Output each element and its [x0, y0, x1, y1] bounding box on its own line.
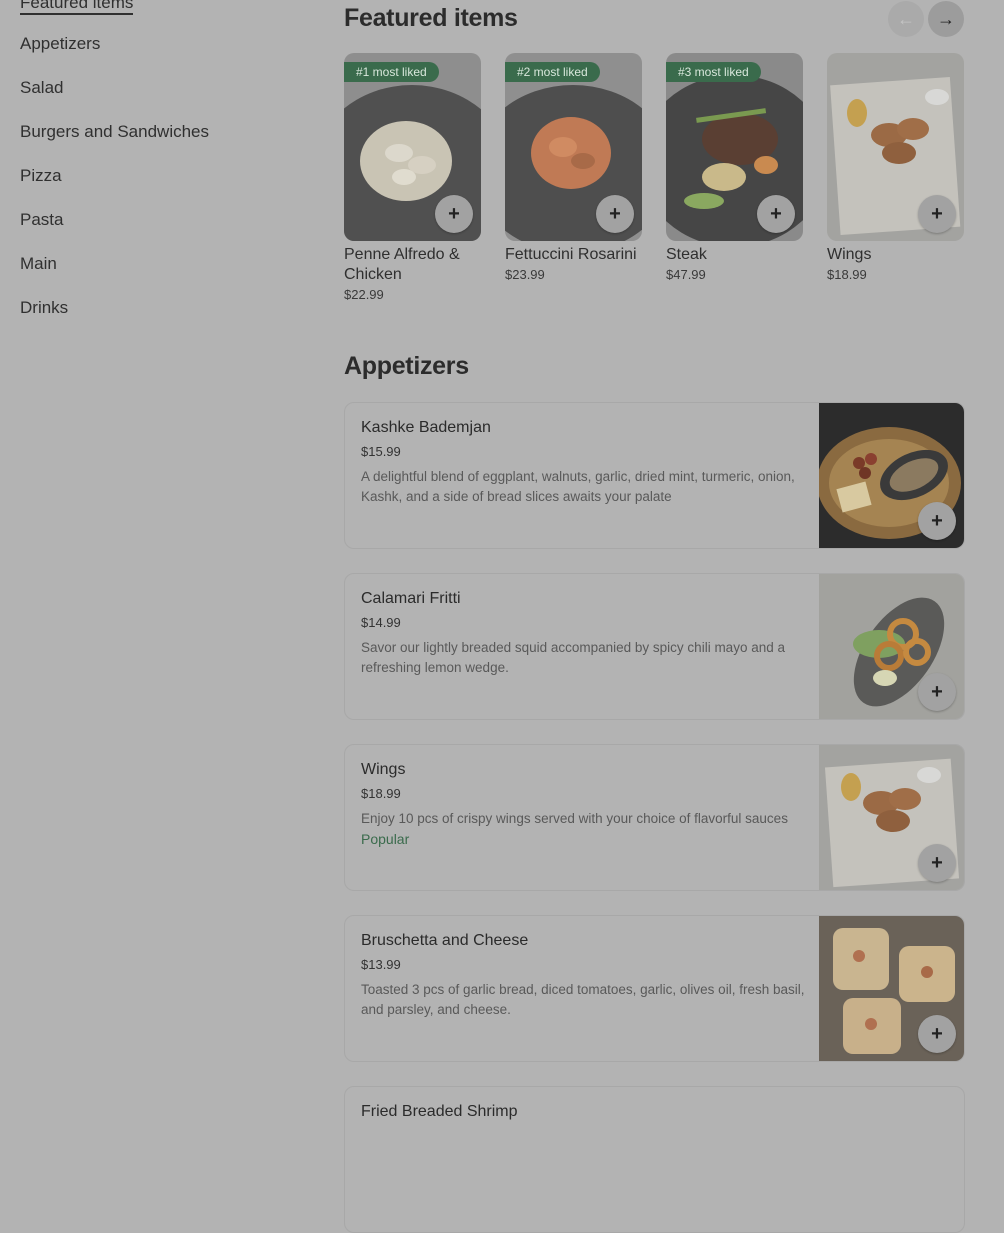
menu-item-price: $18.99	[361, 786, 401, 801]
sidebar-item-main[interactable]: Main	[20, 242, 300, 286]
plus-icon: +	[770, 202, 782, 225]
sidebar-item-salad[interactable]: Salad	[20, 66, 300, 110]
plus-icon: +	[931, 851, 943, 874]
add-to-cart-button[interactable]: +	[918, 1015, 956, 1053]
menu-item-card[interactable]: Wings $18.99 Enjoy 10 pcs of crispy wing…	[344, 744, 965, 891]
menu-item-name: Bruschetta and Cheese	[361, 932, 529, 949]
featured-section-title: Featured items	[344, 4, 518, 32]
sidebar-item-pasta[interactable]: Pasta	[20, 198, 300, 242]
featured-item-price: $47.99	[666, 267, 706, 282]
menu-item-card[interactable]: Bruschetta and Cheese $13.99 Toasted 3 p…	[344, 915, 965, 1062]
plus-icon: +	[609, 202, 621, 225]
add-to-cart-button[interactable]: +	[596, 195, 634, 233]
add-to-cart-button[interactable]: +	[757, 195, 795, 233]
carousel-prev-button[interactable]: ←	[888, 1, 924, 37]
sidebar-item-burgers-and-sandwiches[interactable]: Burgers and Sandwiches	[20, 110, 300, 154]
add-to-cart-button[interactable]: +	[918, 844, 956, 882]
featured-item-card[interactable]: #2 most liked + Fettuccini Rosarini $23.…	[505, 53, 642, 282]
featured-item-name: Penne Alfredo & Chicken	[344, 246, 460, 283]
add-to-cart-button[interactable]: +	[918, 195, 956, 233]
sidebar-item-appetizers[interactable]: Appetizers	[20, 22, 300, 66]
featured-item-card[interactable]: #3 most liked + Steak $47.99	[666, 53, 803, 282]
menu-item-description: Toasted 3 pcs of garlic bread, diced tom…	[361, 982, 805, 1017]
most-liked-badge: #3 most liked	[666, 62, 761, 82]
menu-item-description: Savor our lightly breaded squid accompan…	[361, 640, 785, 675]
featured-item-price: $23.99	[505, 267, 545, 282]
plus-icon: +	[931, 202, 943, 225]
sidebar-item-pizza[interactable]: Pizza	[20, 154, 300, 198]
featured-item-card[interactable]: + Wings $18.99	[827, 53, 964, 282]
most-liked-badge: #1 most liked	[344, 62, 439, 82]
plus-icon: +	[931, 680, 943, 703]
popular-tag: Popular	[361, 831, 410, 847]
arrow-left-icon: ←	[897, 8, 915, 29]
menu-item-name: Wings	[361, 761, 406, 778]
menu-item-card[interactable]: Fried Breaded Shrimp	[344, 1086, 965, 1233]
food-image: +	[819, 916, 964, 1061]
arrow-right-icon: →	[937, 8, 955, 29]
plus-icon: +	[448, 202, 460, 225]
food-image: +	[819, 745, 964, 890]
food-image: #2 most liked +	[505, 53, 642, 241]
menu-item-card[interactable]: Calamari Fritti $14.99 Savor our lightly…	[344, 573, 965, 720]
featured-item-price: $22.99	[344, 287, 384, 302]
food-image: +	[827, 53, 964, 241]
menu-item-card[interactable]: Kashke Bademjan $15.99 A delightful blen…	[344, 402, 965, 549]
featured-item-card[interactable]: #1 most liked + Penne Alfredo & Chicken …	[344, 53, 481, 302]
featured-item-price: $18.99	[827, 267, 867, 282]
plus-icon: +	[931, 1022, 943, 1045]
appetizers-section-title: Appetizers	[344, 352, 469, 380]
menu-item-name: Calamari Fritti	[361, 590, 461, 607]
add-to-cart-button[interactable]: +	[435, 195, 473, 233]
sidebar-item-drinks[interactable]: Drinks	[20, 286, 300, 330]
food-image: #1 most liked +	[344, 53, 481, 241]
menu-item-name: Kashke Bademjan	[361, 419, 491, 436]
food-image: +	[817, 403, 964, 548]
carousel-next-button[interactable]: →	[928, 1, 964, 37]
sidebar-item-featured-items[interactable]: Featured items	[20, 0, 300, 22]
add-to-cart-button[interactable]: +	[918, 502, 956, 540]
menu-item-description: A delightful blend of eggplant, walnuts,…	[361, 469, 795, 504]
add-to-cart-button[interactable]: +	[918, 673, 956, 711]
most-liked-badge: #2 most liked	[505, 62, 600, 82]
category-sidebar: Featured items Appetizers Salad Burgers …	[20, 0, 300, 330]
featured-item-name: Wings	[827, 246, 872, 263]
featured-item-name: Fettuccini Rosarini	[505, 246, 637, 263]
menu-item-price: $15.99	[361, 444, 401, 459]
menu-item-description: Enjoy 10 pcs of crispy wings served with…	[361, 811, 788, 826]
food-image: #3 most liked +	[666, 53, 803, 241]
plus-icon: +	[931, 509, 943, 532]
menu-item-price: $13.99	[361, 957, 401, 972]
featured-carousel: #1 most liked + Penne Alfredo & Chicken …	[344, 53, 1004, 313]
menu-item-price: $14.99	[361, 615, 401, 630]
food-image: +	[819, 574, 964, 719]
menu-item-name: Fried Breaded Shrimp	[361, 1103, 518, 1120]
featured-item-name: Steak	[666, 246, 707, 263]
